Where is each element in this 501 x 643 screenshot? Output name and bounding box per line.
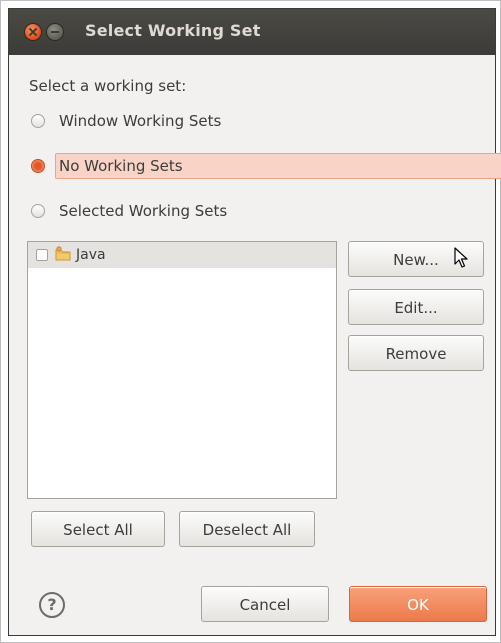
minimize-icon[interactable] [47,24,63,40]
select-all-button[interactable]: Select All [31,511,165,547]
close-icon[interactable] [25,24,41,40]
radio-label: No Working Sets [59,157,183,175]
cancel-button[interactable]: Cancel [201,586,329,622]
remove-button[interactable]: Remove [348,335,484,371]
mouse-pointer-icon [454,247,468,268]
list-item[interactable]: Java [28,242,336,268]
help-icon[interactable]: ? [39,592,65,618]
select-working-set-dialog: Select Working Set Select a working set:… [8,8,501,636]
radio-label: Window Working Sets [59,112,222,130]
radio-label: Selected Working Sets [59,202,228,220]
title-bar: Select Working Set [9,9,495,55]
working-set-list[interactable]: Java [27,241,337,499]
radio-selected-working-sets[interactable]: Selected Working Sets [27,197,489,227]
deselect-all-button[interactable]: Deselect All [179,511,315,547]
ok-button[interactable]: OK [349,586,487,622]
edit-button[interactable]: Edit... [348,289,484,325]
working-set-checkbox[interactable] [36,249,48,261]
radio-no-working-sets[interactable]: No Working Sets [27,152,501,182]
folder-icon [55,246,71,261]
dialog-title: Select Working Set [85,21,261,40]
radio-button[interactable] [31,114,45,128]
select-prompt: Select a working set: [29,77,187,95]
radio-button-checked[interactable] [31,159,45,173]
radio-window-working-sets[interactable]: Window Working Sets [27,107,489,137]
working-set-label: Java [76,247,106,263]
radio-button[interactable] [31,204,45,218]
